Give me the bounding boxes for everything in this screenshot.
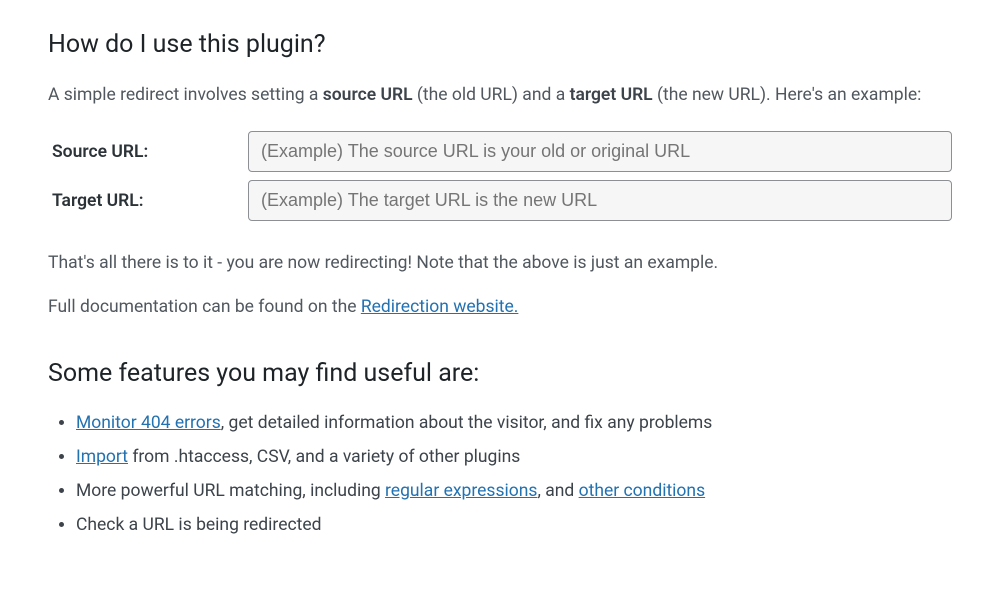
intro-bold-target: target URL xyxy=(570,85,653,105)
documentation-pre: Full documentation can be found on the xyxy=(48,297,361,317)
intro-bold-source: source URL xyxy=(323,85,413,105)
list-item: Check a URL is being redirected xyxy=(76,508,952,542)
intro-post: (the new URL). Here's an example: xyxy=(653,85,922,105)
documentation-paragraph: Full documentation can be found on the R… xyxy=(48,293,952,321)
source-url-input[interactable] xyxy=(248,131,952,172)
target-url-label: Target URL: xyxy=(48,176,248,225)
example-form-table: Source URL: Target URL: xyxy=(48,127,952,225)
other-conditions-link[interactable]: other conditions xyxy=(579,481,705,501)
regex-link[interactable]: regular expressions xyxy=(385,481,537,501)
heading-how-to-use: How do I use this plugin? xyxy=(48,30,952,59)
intro-paragraph: A simple redirect involves setting a sou… xyxy=(48,81,952,109)
feature3-mid: , and xyxy=(537,481,578,501)
features-list: Monitor 404 errors, get detailed informa… xyxy=(48,406,952,543)
monitor-404-link[interactable]: Monitor 404 errors xyxy=(76,413,221,433)
redirection-website-link[interactable]: Redirection website. xyxy=(361,297,519,317)
feature2-rest: from .htaccess, CSV, and a variety of ot… xyxy=(128,447,520,467)
thats-all-paragraph: That's all there is to it - you are now … xyxy=(48,249,952,277)
list-item: More powerful URL matching, including re… xyxy=(76,474,952,508)
list-item: Monitor 404 errors, get detailed informa… xyxy=(76,406,952,440)
target-url-input[interactable] xyxy=(248,180,952,221)
import-link[interactable]: Import xyxy=(76,447,128,467)
intro-pre: A simple redirect involves setting a xyxy=(48,85,323,105)
feature1-rest: , get detailed information about the vis… xyxy=(221,413,713,433)
intro-mid: (the old URL) and a xyxy=(413,85,570,105)
heading-features: Some features you may find useful are: xyxy=(48,359,952,388)
source-url-label: Source URL: xyxy=(48,127,248,176)
feature3-pre: More powerful URL matching, including xyxy=(76,481,385,501)
list-item: Import from .htaccess, CSV, and a variet… xyxy=(76,440,952,474)
